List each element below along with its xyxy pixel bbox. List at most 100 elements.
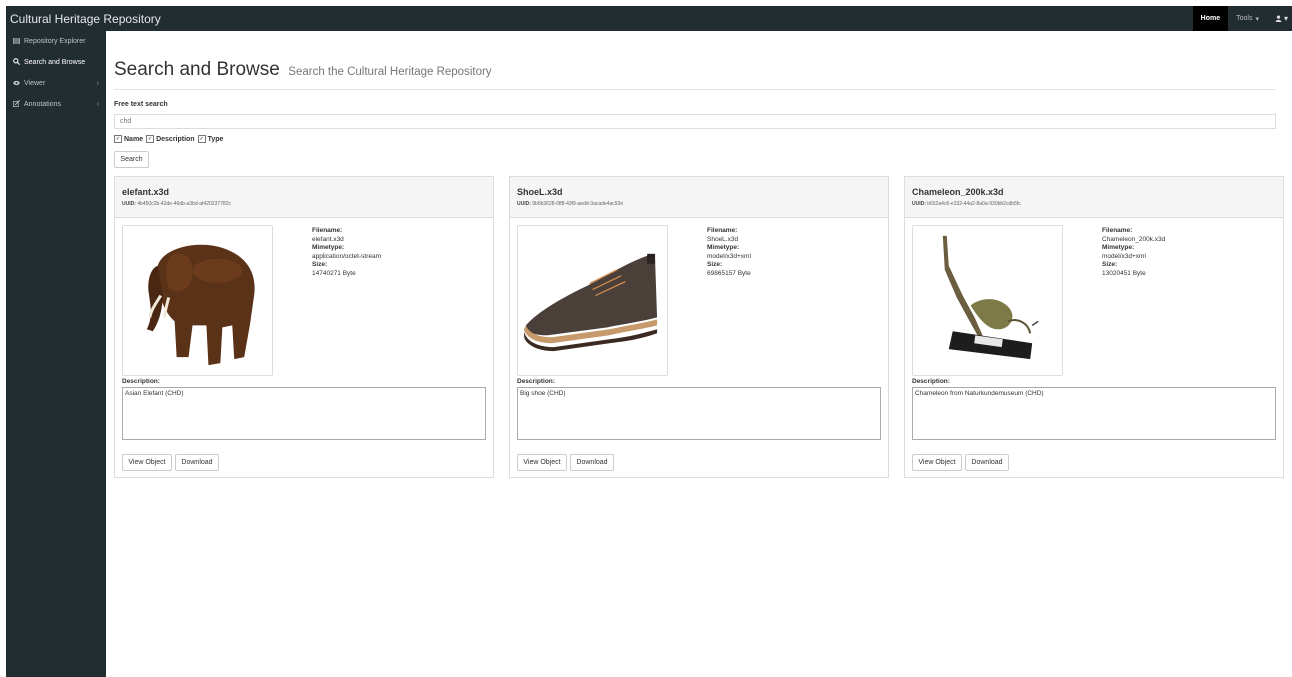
view-object-button[interactable]: View Object: [122, 454, 172, 471]
filename-value: ShoeL.x3d: [707, 235, 739, 243]
size-label: Size:: [312, 261, 328, 268]
caret-down-icon: ▾: [1283, 14, 1288, 23]
file-metadata: Filename: elefant.x3d Mimetype: applicat…: [312, 227, 381, 278]
checkbox-checked-icon: ✓: [197, 135, 206, 143]
view-object-button[interactable]: View Object: [912, 454, 962, 471]
description-textarea[interactable]: Chameleon from Naturkundemuseum (CHD): [912, 387, 1276, 440]
filename-label: Filename:: [707, 227, 738, 234]
edit-icon: [13, 100, 22, 109]
size-value: 14740271 Byte: [312, 269, 356, 277]
sidebar-item-label: Annotations: [24, 101, 61, 108]
page-subtitle: Search the Cultural Heritage Repository: [288, 66, 492, 78]
filter-name-checkbox[interactable]: ✓ Name: [114, 135, 143, 143]
result-card: Chameleon_200k.x3d UUID: b652a4c6-e332-4…: [904, 176, 1284, 478]
object-thumbnail-chameleon[interactable]: [912, 225, 1063, 376]
page-header: Search and Browse Search the Cultural He…: [114, 59, 1276, 90]
sidebar-item-label: Repository Explorer: [24, 38, 86, 45]
mimetype-label: Mimetype:: [707, 244, 740, 251]
card-header: ShoeL.x3d UUID: 9b6b3628-0ff8-43f9-aedd-…: [510, 177, 888, 218]
filename-label: Filename:: [1102, 227, 1133, 234]
sidebar-item-label: Search and Browse: [24, 59, 86, 66]
size-label: Size:: [707, 261, 723, 268]
result-card: elefant.x3d UUID: 4b450c2b-42de-46db-a3b…: [114, 176, 494, 478]
mimetype-value: model/x3d+xml: [1102, 252, 1146, 260]
search-button[interactable]: Search: [114, 151, 149, 168]
download-button[interactable]: Download: [965, 454, 1009, 471]
sidebar-item-annotations[interactable]: Annotations ‹: [6, 94, 106, 115]
sidebar-item-search-and-browse[interactable]: Search and Browse: [6, 52, 106, 73]
description-textarea[interactable]: Asian Elefant (CHD): [122, 387, 486, 440]
chevron-left-icon: ‹: [96, 101, 99, 108]
size-value: 13020451 Byte: [1102, 269, 1146, 277]
sidebar-item-label: Viewer: [24, 80, 46, 87]
app-window: Cultural Heritage Repository Home Tools …: [6, 6, 1292, 677]
object-thumbnail-elephant[interactable]: [122, 225, 273, 376]
sidebar-item-viewer[interactable]: Viewer ‹: [6, 73, 106, 94]
uuid-value: b652a4c6-e332-44a2-8a0a-930bb2cdb5fc: [927, 201, 1021, 207]
nav-tools-label: Tools: [1236, 15, 1253, 22]
download-button[interactable]: Download: [175, 454, 219, 471]
app-title[interactable]: Cultural Heritage Repository: [6, 12, 161, 26]
card-header: Chameleon_200k.x3d UUID: b652a4c6-e332-4…: [905, 177, 1283, 218]
chameleon-image: [942, 235, 1039, 360]
file-metadata: Filename: ShoeL.x3d Mimetype: model/x3d+…: [707, 227, 751, 278]
elephant-image: [146, 244, 255, 366]
result-card: ShoeL.x3d UUID: 9b6b3628-0ff8-43f9-aedd-…: [509, 176, 889, 478]
search-icon: [13, 58, 22, 67]
filename-value: Chameleon_200k.x3d: [1102, 235, 1166, 243]
eye-icon: [13, 80, 22, 88]
filter-label: Name: [124, 135, 144, 143]
description-label: Description:: [122, 378, 160, 385]
search-label: Free text search: [114, 101, 168, 108]
checkbox-checked-icon: ✓: [146, 135, 155, 143]
description-label: Description:: [517, 378, 555, 385]
uuid-label: UUID:: [517, 201, 531, 207]
filename-value: elefant.x3d: [312, 235, 344, 243]
top-navbar: Cultural Heritage Repository Home Tools …: [6, 6, 1292, 31]
object-thumbnail-shoe[interactable]: [517, 225, 668, 376]
sidebar-item-repository-explorer[interactable]: Repository Explorer: [6, 31, 106, 52]
filter-type-checkbox[interactable]: ✓ Type: [197, 135, 224, 143]
shoe-image: [523, 253, 658, 352]
mimetype-value: application/octet-stream: [312, 252, 382, 260]
card-uuid: UUID: b652a4c6-e332-44a2-8a0a-930bb2cdb5…: [912, 201, 1283, 207]
description-label: Description:: [912, 378, 950, 385]
file-metadata: Filename: Chameleon_200k.x3d Mimetype: m…: [1102, 227, 1165, 278]
search-filters: ✓ Name ✓ Description ✓ Type: [114, 135, 223, 143]
chevron-left-icon: ‹: [96, 80, 99, 87]
uuid-value: 4b450c2b-42de-46db-a3bd-af420237782c: [137, 201, 231, 207]
page-title: Search and Browse: [114, 59, 280, 80]
view-object-button[interactable]: View Object: [517, 454, 567, 471]
sidebar: Repository Explorer Search and Browse Vi…: [6, 31, 106, 677]
uuid-label: UUID:: [122, 201, 136, 207]
description-textarea[interactable]: Big shoe (CHD): [517, 387, 881, 440]
size-value: 69865157 Byte: [707, 269, 751, 277]
uuid-label: UUID:: [912, 201, 926, 207]
user-icon: [1275, 15, 1282, 22]
size-label: Size:: [1102, 261, 1118, 268]
filter-description-checkbox[interactable]: ✓ Description: [146, 135, 195, 143]
filename-label: Filename:: [312, 227, 343, 234]
caret-down-icon: ▾: [1255, 15, 1259, 23]
search-input[interactable]: chd: [114, 114, 1276, 129]
nav-home-link[interactable]: Home: [1192, 6, 1229, 31]
nav-tools-dropdown[interactable]: Tools ▾: [1228, 15, 1267, 23]
uuid-value: 9b6b3628-0ff8-43f9-aedd-3acade4ac93e: [532, 201, 624, 207]
main-content: Search and Browse Search the Cultural He…: [106, 31, 1292, 677]
card-title: Chameleon_200k.x3d: [912, 187, 1004, 197]
navbar-right: Home Tools ▾ ▾: [1192, 6, 1292, 31]
mimetype-label: Mimetype:: [1102, 244, 1135, 251]
card-uuid: UUID: 9b6b3628-0ff8-43f9-aedd-3acade4ac9…: [517, 201, 888, 207]
mimetype-label: Mimetype:: [312, 244, 345, 251]
nav-user-dropdown[interactable]: ▾: [1267, 14, 1292, 23]
card-header: elefant.x3d UUID: 4b450c2b-42de-46db-a3b…: [115, 177, 493, 218]
card-uuid: UUID: 4b450c2b-42de-46db-a3bd-af42023778…: [122, 201, 493, 207]
filter-label: Description: [156, 135, 195, 143]
filter-label: Type: [207, 135, 224, 143]
card-title: elefant.x3d: [122, 187, 170, 197]
download-button[interactable]: Download: [570, 454, 614, 471]
card-title: ShoeL.x3d: [517, 187, 563, 197]
mimetype-value: model/x3d+xml: [707, 252, 751, 260]
table-icon: [12, 37, 22, 46]
checkbox-checked-icon: ✓: [114, 135, 122, 143]
